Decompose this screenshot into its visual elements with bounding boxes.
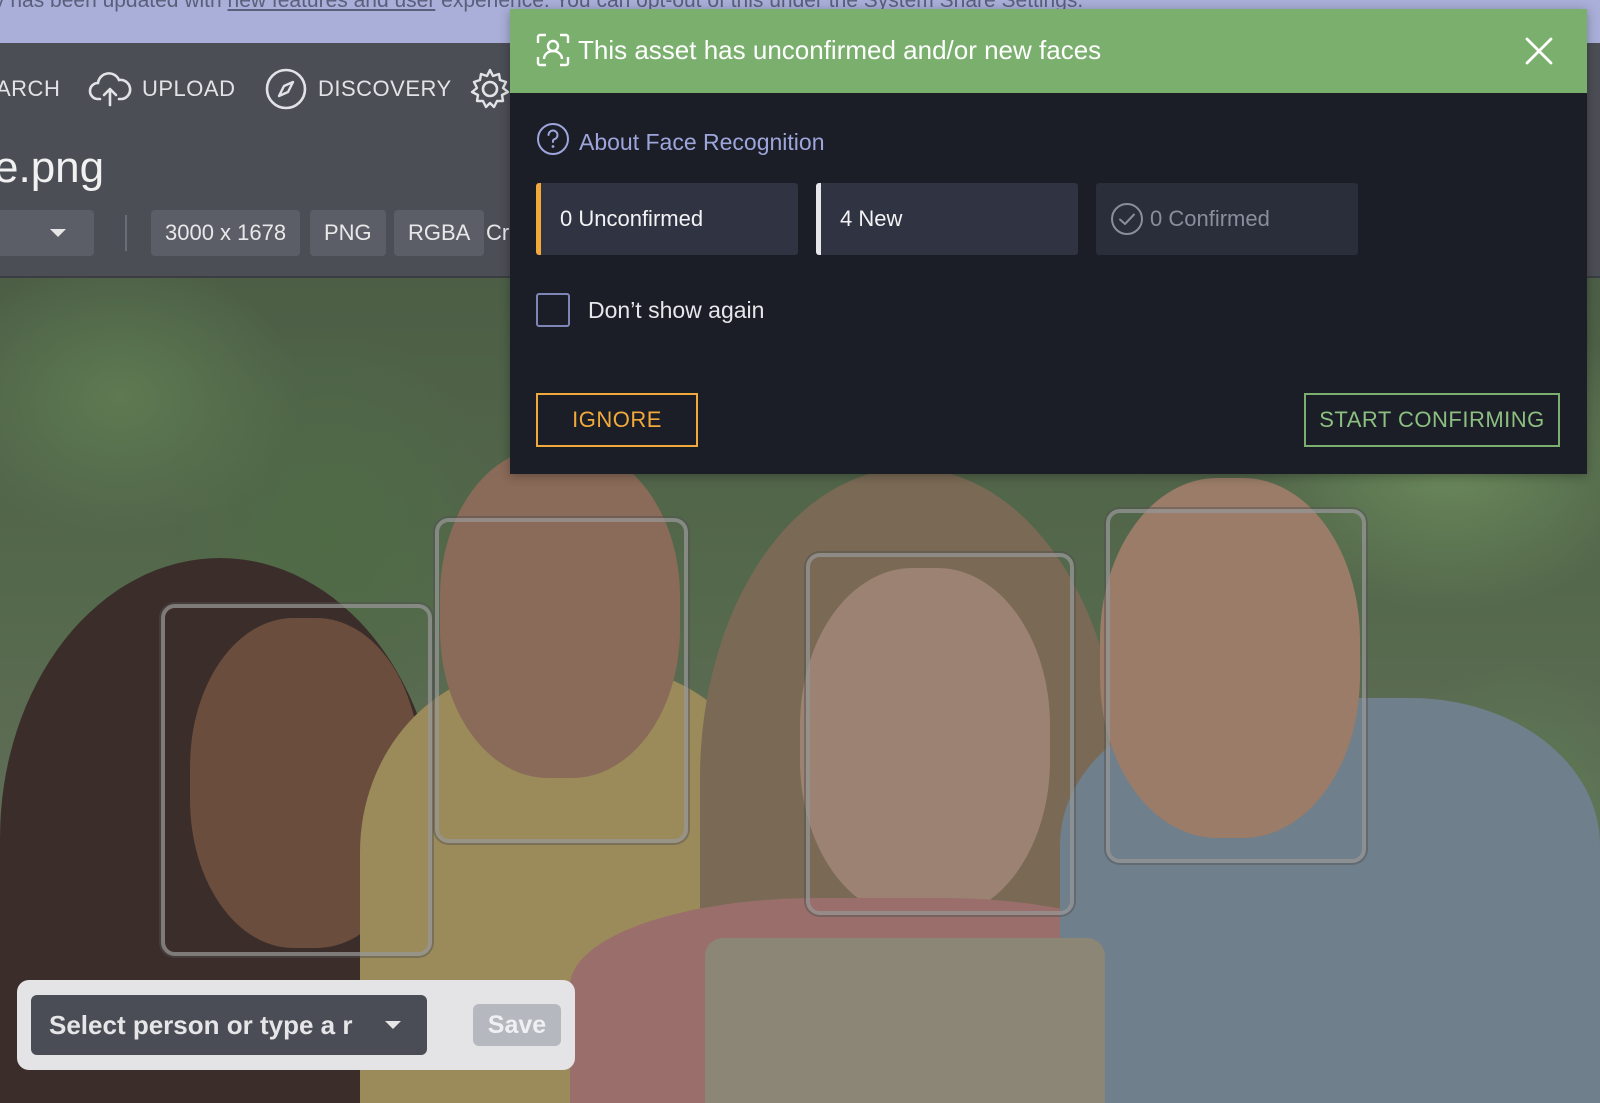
confirmed-count-card[interactable]: 0 Confirmed (1096, 183, 1358, 255)
confirmed-count-label: 0 Confirmed (1150, 206, 1270, 231)
toolbar-divider (125, 215, 127, 251)
check-circle-icon (1111, 203, 1143, 235)
start-confirming-button[interactable]: START CONFIRMING (1304, 393, 1560, 447)
version-dropdown[interactable] (0, 210, 94, 256)
face-box[interactable] (435, 518, 688, 843)
nav-upload-label: UPLOAD (142, 76, 236, 101)
dialog-title: This asset has unconfirmed and/or new fa… (578, 35, 1102, 65)
face-recognition-dialog: This asset has unconfirmed and/or new fa… (510, 9, 1587, 474)
notice-link[interactable]: new features and user (228, 0, 436, 12)
new-count-card[interactable]: 4 New (816, 183, 1078, 255)
nav-search[interactable]: ARCH (0, 67, 60, 111)
nav-upload[interactable]: UPLOAD (88, 67, 235, 111)
dont-show-again-label: Don’t show again (588, 296, 765, 323)
face-box[interactable] (161, 604, 432, 956)
dialog-header: This asset has unconfirmed and/or new fa… (510, 9, 1587, 93)
color-mode-chip: RGBA (394, 210, 485, 256)
upload-cloud-icon (88, 69, 132, 109)
face-box[interactable] (806, 553, 1074, 915)
dont-show-again-row[interactable]: Don’t show again (536, 293, 764, 327)
help-circle-icon (536, 122, 570, 162)
about-face-recognition-link[interactable]: About Face Recognition (536, 122, 825, 162)
face-box[interactable] (1106, 509, 1366, 863)
chevron-down-icon (50, 229, 66, 237)
nav-search-label: ARCH (0, 76, 61, 101)
notice-text: y has been updated with (0, 0, 228, 12)
phone (705, 938, 1105, 1103)
unconfirmed-count-card[interactable]: 0 Unconfirmed (536, 183, 798, 255)
chevron-down-icon (385, 1021, 401, 1029)
asset-filename: e.png (0, 143, 105, 192)
face-scan-icon (536, 33, 570, 72)
person-selector-panel: Select person or type a r Save (17, 980, 575, 1070)
nav-settings[interactable] (468, 67, 512, 111)
save-button[interactable]: Save (473, 1004, 561, 1046)
dimensions-chip: 3000 x 1678 (151, 210, 301, 256)
format-chip: PNG (310, 210, 386, 256)
dont-show-again-checkbox[interactable] (536, 293, 570, 327)
ignore-button[interactable]: IGNORE (536, 393, 698, 447)
person-select-input[interactable]: Select person or type a r (31, 995, 427, 1055)
about-link-label: About Face Recognition (579, 128, 825, 155)
gear-icon (468, 67, 512, 111)
nav-discovery-label: DISCOVERY (318, 76, 452, 101)
person-select-placeholder: Select person or type a r (49, 1010, 353, 1040)
nav-discovery[interactable]: DISCOVERY (264, 67, 452, 111)
compass-icon (264, 67, 308, 111)
close-icon[interactable] (1521, 33, 1557, 69)
